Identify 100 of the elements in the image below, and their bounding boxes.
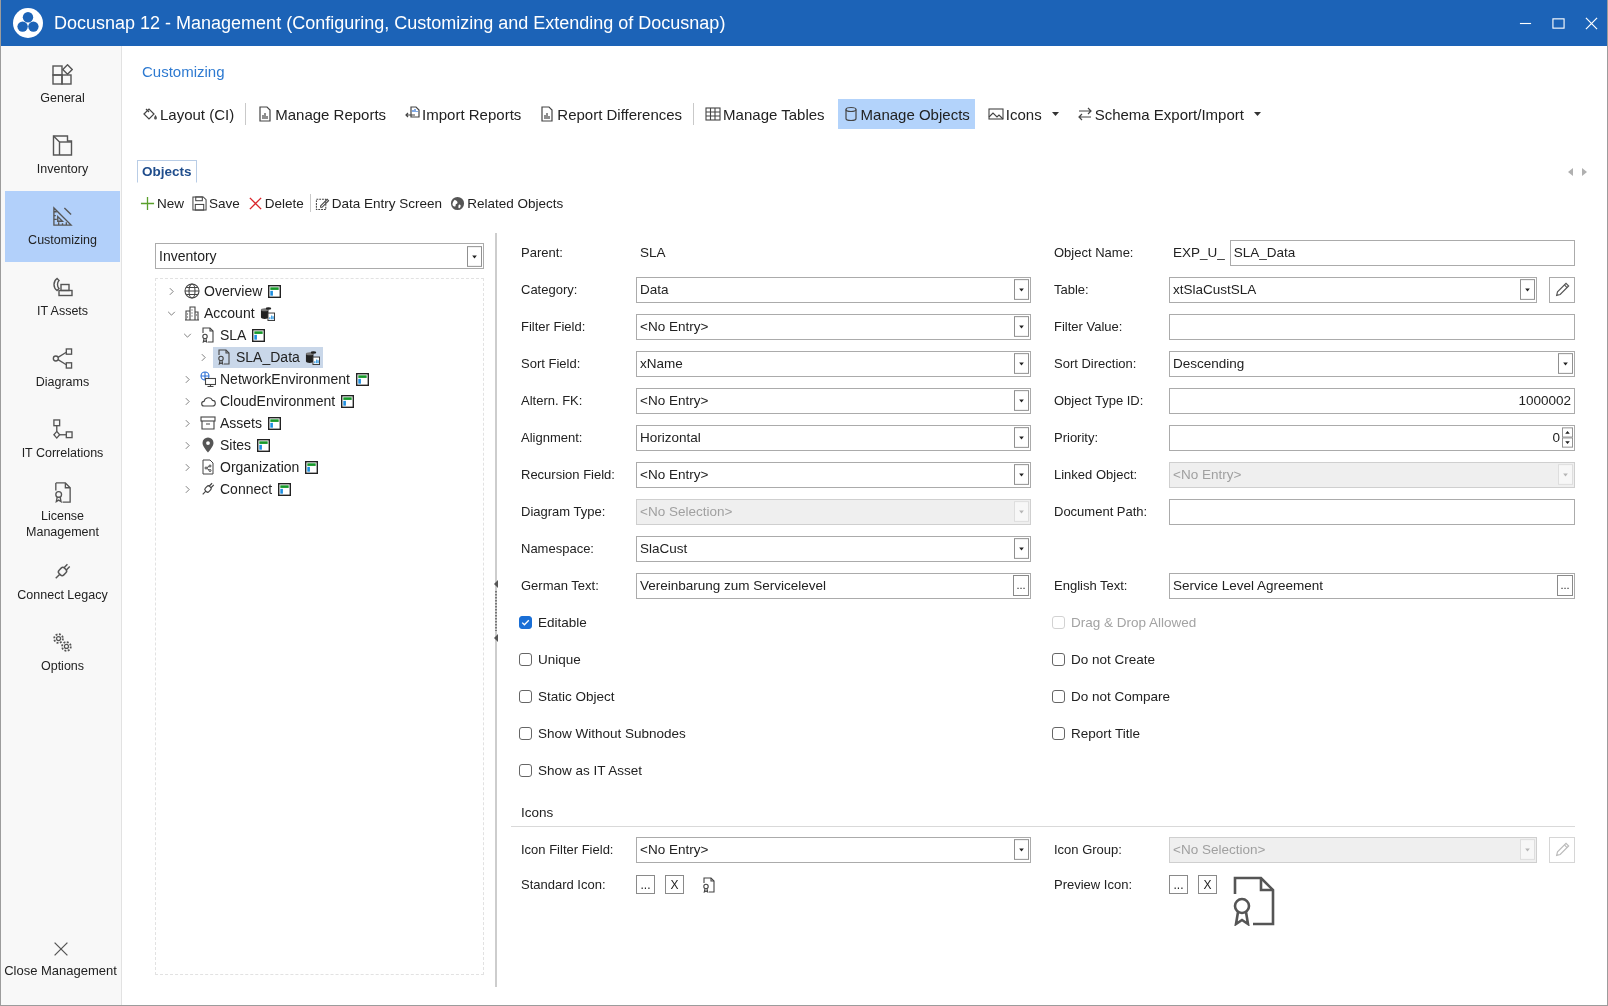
text-field[interactable]: Vereinbarung zum Servicelevel ... [636,572,1031,599]
checkbox[interactable] [519,653,532,666]
dropdown[interactable]: Descending [1169,350,1575,377]
edit-button[interactable] [1549,276,1575,303]
caret-icon[interactable] [1014,279,1029,300]
report-icon [257,106,274,122]
browse-button[interactable]: ... [636,875,655,894]
spinner-arrows-icon[interactable] [1562,427,1573,448]
checkbox[interactable] [519,764,532,777]
checkbox[interactable] [1052,653,1065,666]
sidebar-item[interactable]: Customizing [5,191,120,262]
expand-chevron-icon[interactable] [200,352,206,362]
sidebar-item[interactable]: IT Correlations [5,404,120,475]
toolbar-button[interactable]: Import Reports [399,99,527,129]
caret-icon[interactable] [1014,353,1029,374]
dropdown[interactable]: Inventory [155,243,484,269]
caret-icon[interactable] [1014,464,1029,485]
tree-item[interactable]: SLA_Data [213,346,323,368]
toolbar-button[interactable]: Layout (CI) [137,99,240,129]
caret-icon[interactable] [1558,353,1573,374]
dropdown[interactable]: <No Entry> [636,387,1031,414]
field-label: Standard Icon: [521,877,607,892]
collapse-chevron-icon[interactable] [166,310,176,316]
toolbar-button[interactable]: Manage Reports [252,99,392,129]
toolbar-button[interactable]: Schema Export/Import [1071,99,1266,129]
close-management-button[interactable]: Close Management [1,941,120,979]
input-field[interactable] [1169,313,1575,340]
toolbar-button[interactable]: Save [192,192,240,214]
dropdown[interactable]: xName [636,350,1031,377]
tree-item[interactable]: CloudEnvironment [197,390,358,412]
caret-icon[interactable] [467,245,482,267]
clear-button[interactable]: X [665,875,684,894]
dropdown[interactable]: <No Entry> [636,461,1031,488]
sidebar-item[interactable]: IT Assets [5,262,120,333]
tree-item[interactable]: Connect [197,478,295,500]
toolbar-button[interactable]: New [140,192,184,214]
dropdown[interactable]: Horizontal [636,424,1031,451]
expand-chevron-icon[interactable] [184,462,190,472]
sidebar-item[interactable]: Diagrams [5,333,120,404]
tree-item[interactable]: NetworkEnvironment [197,368,372,390]
number-field[interactable]: 1000002 [1169,387,1575,414]
expand-chevron-icon[interactable] [184,374,190,384]
toolbar-button[interactable]: Delete [247,192,304,214]
expand-chevron-icon[interactable] [184,418,190,428]
globe-icon [184,283,200,299]
expand-chevron-icon[interactable] [184,440,190,450]
sidebar-item[interactable]: Options [5,617,120,688]
expand-chevron-icon[interactable] [184,484,190,494]
dropdown[interactable]: SlaCust [636,535,1031,562]
sidebar-item[interactable]: Inventory [5,120,120,191]
sidebar-item[interactable]: License Management [5,475,120,546]
field-label: Filter Field: [521,319,587,334]
certificate-icon [52,481,73,503]
text-field[interactable]: Service Level Agreement ... [1169,572,1575,599]
maximize-icon [1552,16,1565,30]
checkbox[interactable] [1052,727,1065,740]
clear-button[interactable]: X [1198,875,1217,894]
folder-icon [52,134,73,156]
tree-item[interactable]: Sites [197,434,274,456]
caret-icon[interactable] [1014,839,1029,860]
tree-item[interactable]: Assets [197,412,284,434]
number-spinner[interactable]: 0 [1169,424,1575,451]
dropdown[interactable]: Data [636,276,1031,303]
tree-item[interactable]: SLA [197,324,269,346]
scroll-right-icon[interactable] [1582,167,1587,176]
caret-icon[interactable] [1014,427,1029,448]
scroll-left-icon[interactable] [1568,167,1573,176]
caret-icon[interactable] [1520,279,1535,300]
toolbar-button[interactable]: Icons [982,99,1064,129]
dropdown[interactable]: <No Entry> [636,836,1031,863]
tree-item[interactable]: Organization [197,456,322,478]
input-field[interactable]: SLA_Data [1229,239,1575,266]
toolbar-button[interactable]: Manage Objects [837,99,975,129]
tree-item[interactable]: Account [181,302,278,324]
expand-chevron-icon[interactable] [168,286,174,296]
tree-item[interactable]: Overview [181,280,285,302]
splitter-grip-icon[interactable] [493,580,499,642]
tab[interactable]: Objects [137,160,197,183]
browse-button[interactable]: ... [1169,875,1188,894]
sidebar-item[interactable]: Connect Legacy [5,546,120,617]
checkbox[interactable] [519,616,532,629]
caret-icon[interactable] [1014,538,1029,559]
toolbar-button[interactable]: Report Differences [534,99,688,129]
checkbox[interactable] [519,690,532,703]
caret-icon[interactable] [1014,316,1029,337]
dropdown[interactable]: <No Entry> [636,313,1031,340]
checkbox[interactable] [1052,690,1065,703]
collapse-chevron-icon[interactable] [182,332,192,338]
input-field[interactable] [1169,498,1575,525]
expand-chevron-icon[interactable] [184,396,190,406]
toolbar-button[interactable]: Data Entry Screen [314,192,443,214]
sidebar-item[interactable]: General [5,49,120,120]
checkbox[interactable] [519,727,532,740]
dropdown[interactable]: xtSlaCustSLA [1169,276,1537,303]
browse-button[interactable]: ... [1557,575,1573,596]
caret-icon[interactable] [1014,390,1029,411]
toolbar-button[interactable]: Manage Tables [700,99,830,129]
delete-icon [247,195,263,211]
browse-button[interactable]: ... [1013,575,1029,596]
toolbar-button[interactable]: Related Objects [450,192,564,214]
